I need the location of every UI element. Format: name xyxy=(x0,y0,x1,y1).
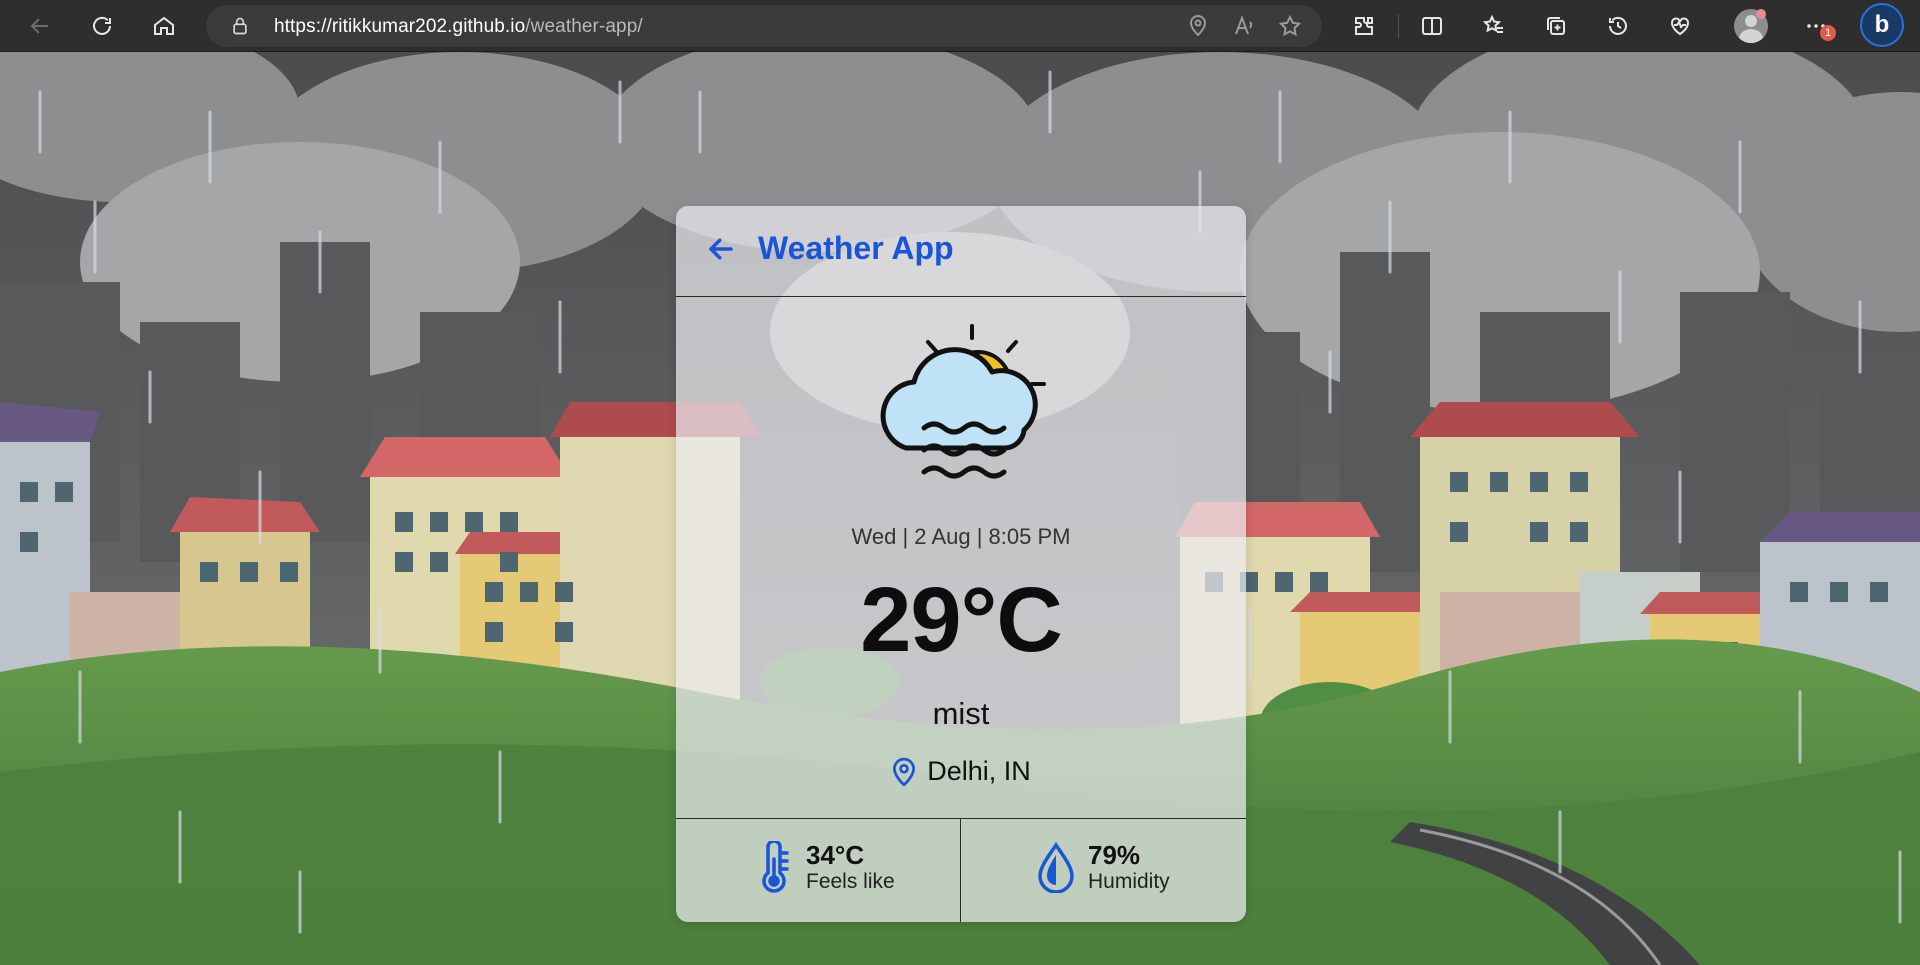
feels-like-text: 34°C Feels like xyxy=(806,841,895,893)
extensions-button[interactable] xyxy=(1344,6,1384,46)
location-permission-icon[interactable] xyxy=(1186,14,1210,38)
feels-like-label: Feels like xyxy=(806,869,895,893)
home-button[interactable] xyxy=(144,6,184,46)
home-icon xyxy=(154,16,174,35)
weather-details: 34°C Feels like 79% Humidity xyxy=(676,818,1246,922)
browser-toolbar: https://ritikkumar202.github.io/weather-… xyxy=(0,0,1920,52)
url-path: /weather-app/ xyxy=(525,16,643,37)
bing-icon: b xyxy=(1874,11,1890,38)
water-drop-icon xyxy=(1038,841,1074,893)
rainy-town-background: Weather App Wed | 2 Aug | 8:05 PM 29°C m… xyxy=(0,52,1920,965)
arrow-left-icon xyxy=(30,18,48,34)
location-text: Delhi, IN xyxy=(927,756,1031,786)
collections-icon xyxy=(1547,17,1565,35)
refresh-button[interactable] xyxy=(82,6,122,46)
humidity-text: 79% Humidity xyxy=(1088,841,1170,893)
favorites-list-icon xyxy=(1482,14,1503,33)
read-aloud-icon[interactable] xyxy=(1232,14,1256,38)
history-icon xyxy=(1609,16,1627,35)
back-button[interactable] xyxy=(20,6,60,46)
url-text[interactable]: https://ritikkumar202.github.io/weather-… xyxy=(274,16,643,38)
humidity-label: Humidity xyxy=(1088,869,1170,893)
thermometer-icon xyxy=(762,841,789,893)
temperature: 29°C xyxy=(860,569,1063,671)
split-screen-icon xyxy=(1422,17,1442,35)
browser-essentials-button[interactable] xyxy=(1660,6,1700,46)
favorites-button[interactable] xyxy=(1474,6,1514,46)
url-host: https://ritikkumar202.github.io xyxy=(274,16,526,37)
humidity-detail: 79% Humidity xyxy=(1036,841,1170,893)
app-title: Weather App xyxy=(758,230,954,266)
humidity-value: 79% xyxy=(1088,840,1141,871)
card-header: Weather App xyxy=(676,206,1246,297)
location: Delhi, IN xyxy=(676,756,1246,787)
cloud-sun-mist-icon xyxy=(880,324,1046,479)
profile-status-dot xyxy=(1756,9,1766,19)
address-bar-icons xyxy=(1186,14,1302,38)
lock-icon xyxy=(233,17,247,35)
notification-badge: 1 xyxy=(1820,25,1836,41)
favorite-star-icon[interactable] xyxy=(1278,14,1302,38)
details-divider xyxy=(960,819,961,922)
map-pin-icon xyxy=(893,757,916,787)
toolbar-separator xyxy=(1398,14,1399,38)
weather-description: mist xyxy=(932,696,990,731)
heart-pulse-icon xyxy=(1671,17,1689,36)
weather-card: Weather App Wed | 2 Aug | 8:05 PM 29°C m… xyxy=(676,206,1246,922)
split-screen-button[interactable] xyxy=(1412,6,1452,46)
collections-button[interactable] xyxy=(1536,6,1576,46)
feels-like-value: 34°C xyxy=(806,840,865,871)
feels-like-detail: 34°C Feels like xyxy=(754,841,895,893)
bing-copilot-button[interactable]: b xyxy=(1860,3,1904,47)
arrow-left-icon[interactable] xyxy=(706,234,736,264)
history-button[interactable] xyxy=(1598,6,1638,46)
address-bar[interactable]: https://ritikkumar202.github.io/weather-… xyxy=(206,5,1322,47)
puzzle-icon xyxy=(1355,17,1373,35)
date-time: Wed | 2 Aug | 8:05 PM xyxy=(851,524,1071,549)
refresh-icon xyxy=(93,16,111,35)
